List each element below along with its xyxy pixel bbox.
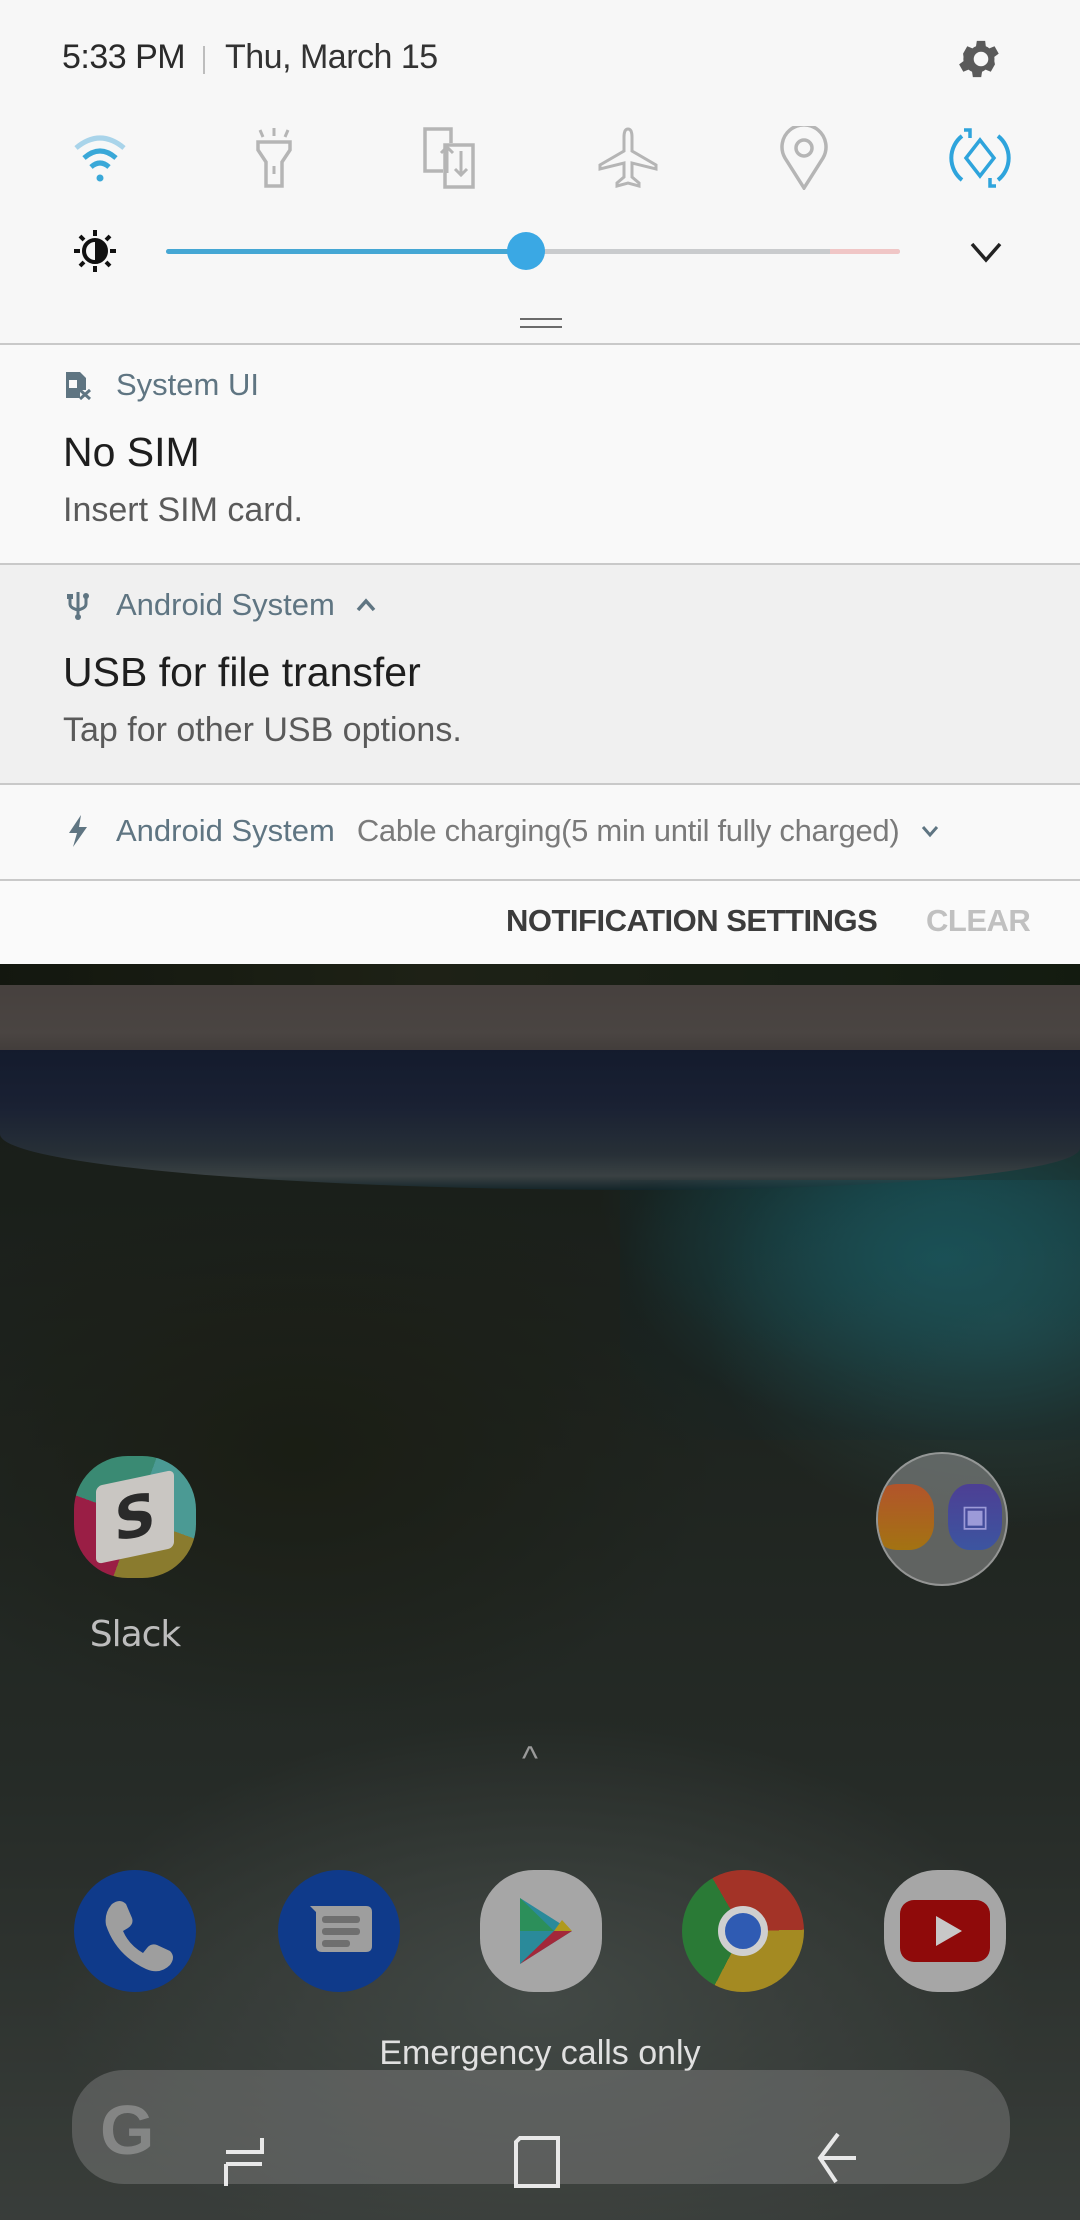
notification-title: No SIM <box>63 429 200 475</box>
quick-settings-panel: 5:33 PM Thu, March 15 <box>0 0 1080 343</box>
camera-icon: ▣ <box>948 1484 1002 1550</box>
brightness-slider-high-zone <box>830 249 900 254</box>
chevron-up-icon[interactable] <box>355 597 377 613</box>
settings-button[interactable] <box>956 34 1006 84</box>
brightness-slider-fill <box>166 249 526 254</box>
youtube-app-icon[interactable] <box>884 1870 1006 1992</box>
home-button[interactable] <box>508 2130 578 2190</box>
chrome-app-icon[interactable] <box>682 1870 804 1992</box>
gallery-icon <box>878 1484 934 1550</box>
flashlight-toggle[interactable] <box>238 122 310 194</box>
transfer-icon <box>423 127 475 189</box>
airplane-mode-toggle[interactable] <box>592 122 664 194</box>
clear-button[interactable]: CLEAR <box>926 903 1031 939</box>
notification-shade: 5:33 PM Thu, March 15 System UI No SIM I… <box>0 0 1080 964</box>
notification-summary: Cable charging(5 min until fully charged… <box>356 813 900 848</box>
app-folder[interactable]: ▣ <box>876 1452 1008 1586</box>
home-icon <box>514 2136 560 2188</box>
recents-icon <box>224 2138 264 2186</box>
back-icon <box>817 2132 856 2184</box>
messages-app-icon[interactable] <box>278 1870 400 1992</box>
slack-app-icon[interactable]: S <box>74 1456 196 1578</box>
notification-footer: NOTIFICATION SETTINGS CLEAR <box>0 881 1080 964</box>
notification-settings-button[interactable]: NOTIFICATION SETTINGS <box>506 903 878 939</box>
chevron-down-icon <box>970 242 1002 263</box>
notification-no-sim[interactable]: System UI No SIM Insert SIM card. <box>0 345 1080 563</box>
clock-date-separator <box>203 46 205 74</box>
slack-app-label: Slack <box>89 1614 182 1655</box>
wifi-icon <box>74 135 126 182</box>
notification-app-name: Android System <box>116 813 335 848</box>
carrier-status-text: Emergency calls only <box>379 2034 701 2072</box>
brightness-slider[interactable] <box>166 232 900 270</box>
notification-text: Insert SIM card. <box>63 491 303 529</box>
location-toggle[interactable] <box>768 122 840 194</box>
auto-rotate-toggle[interactable] <box>944 122 1016 194</box>
wifi-toggle[interactable] <box>64 122 136 194</box>
charging-bolt-icon <box>64 815 92 847</box>
date[interactable]: Thu, March 15 <box>225 38 438 77</box>
phone-app-icon[interactable] <box>74 1870 196 1992</box>
notification-text: Tap for other USB options. <box>63 711 462 749</box>
auto-rotate-icon <box>949 128 1011 188</box>
notification-title: USB for file transfer <box>63 649 421 695</box>
google-logo-icon: G <box>100 2091 155 2169</box>
notification-charging[interactable]: Android System Cable charging(5 min unti… <box>0 785 1080 879</box>
gear-icon <box>959 40 999 78</box>
location-pin-icon <box>780 126 828 190</box>
app-drawer-arrow-icon[interactable]: ^ <box>522 1740 538 1779</box>
smart-switch-toggle[interactable] <box>416 122 488 194</box>
play-store-app-icon[interactable] <box>480 1870 602 1992</box>
recents-button[interactable] <box>210 2130 280 2190</box>
airplane-icon <box>598 127 658 188</box>
shade-drag-handle[interactable] <box>520 318 562 328</box>
notification-app-name: System UI <box>116 367 259 402</box>
notification-usb[interactable]: Android System USB for file transfer Tap… <box>0 565 1080 783</box>
back-button[interactable] <box>810 2130 880 2190</box>
clock: 5:33 PM <box>62 38 186 76</box>
no-sim-icon <box>64 370 92 400</box>
flashlight-icon <box>256 128 292 188</box>
chevron-down-icon[interactable] <box>919 823 941 839</box>
usb-icon <box>64 590 92 620</box>
brightness-icon <box>72 228 118 274</box>
notification-app-name: Android System <box>116 587 335 622</box>
brightness-slider-thumb[interactable] <box>506 232 545 270</box>
expand-quick-settings-button[interactable] <box>966 236 1006 268</box>
